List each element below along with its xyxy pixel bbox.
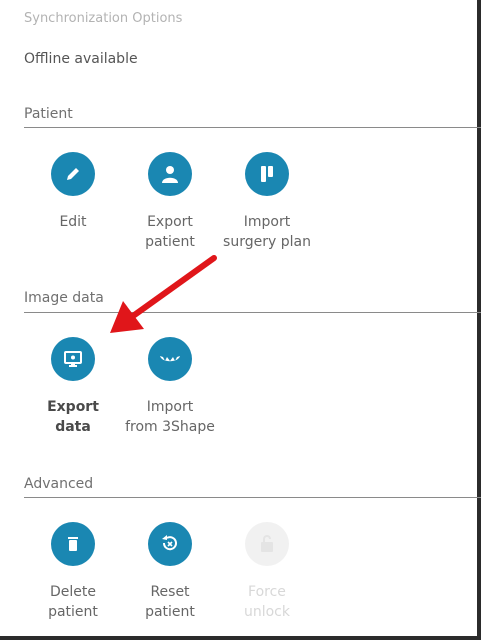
annotation-arrow-icon bbox=[110, 255, 217, 333]
